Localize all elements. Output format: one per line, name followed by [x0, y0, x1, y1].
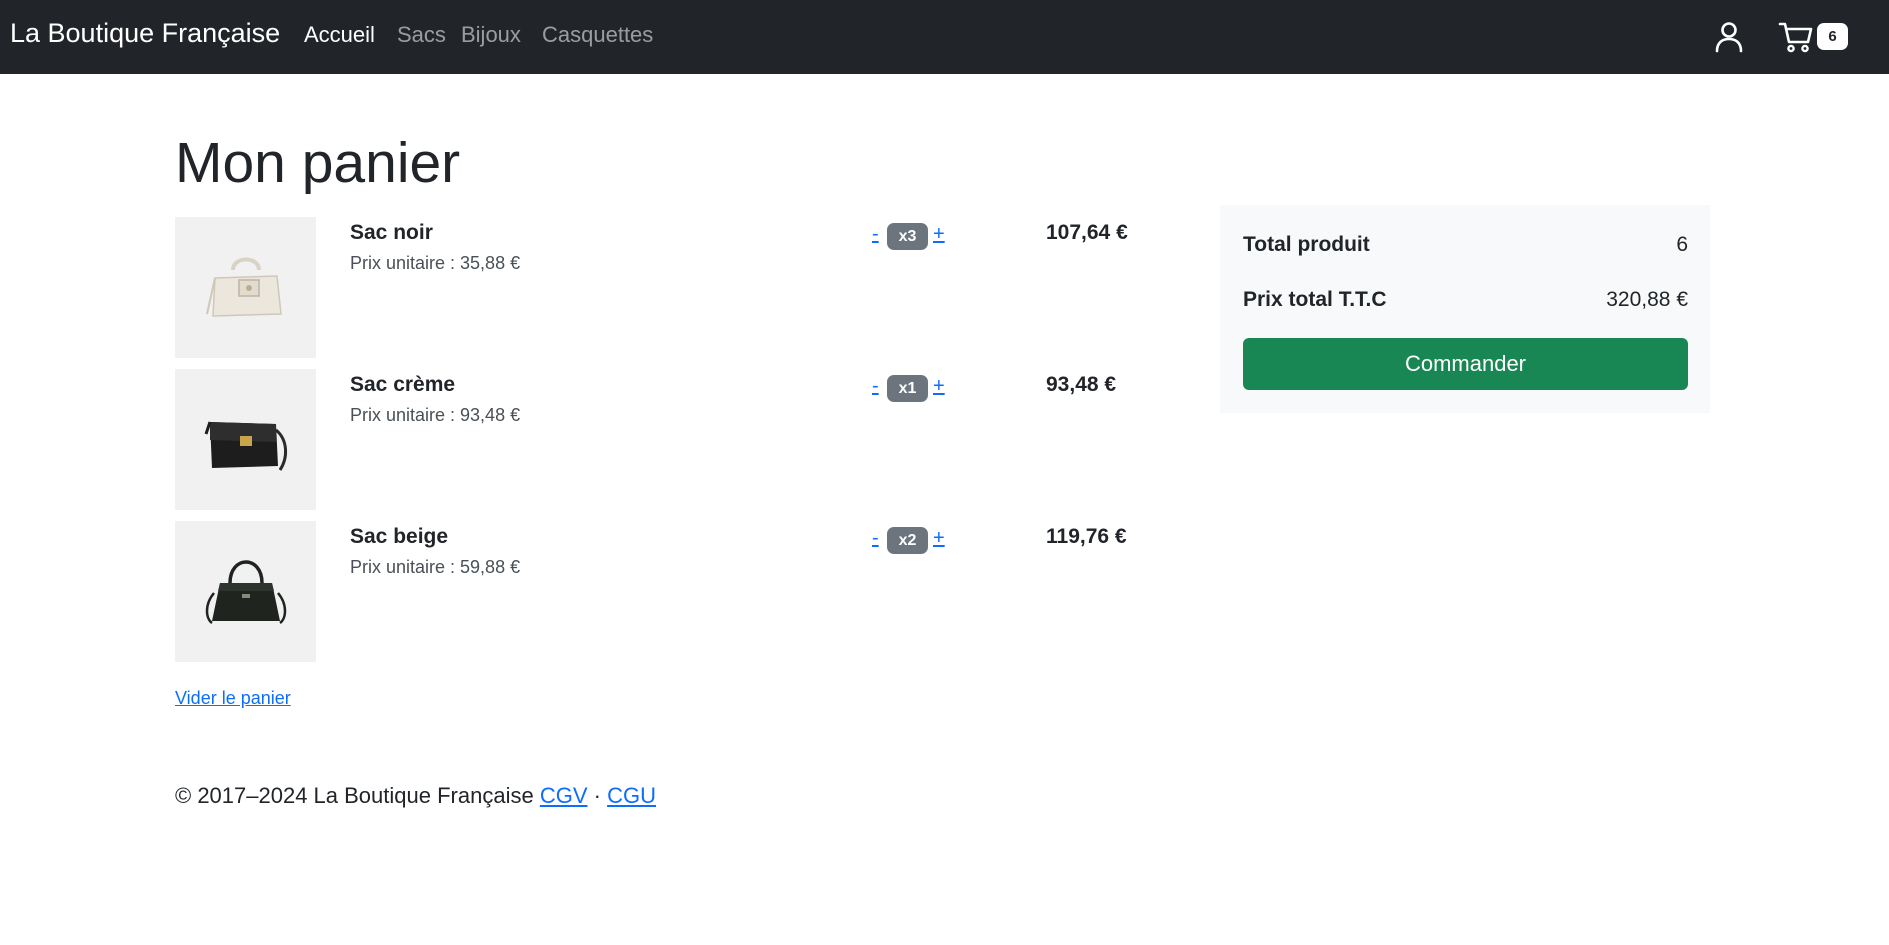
increase-quantity-button[interactable]: +	[933, 375, 945, 398]
nav-link-accueil[interactable]: Accueil	[304, 22, 375, 48]
decrease-quantity-button[interactable]: -	[872, 527, 879, 550]
item-total-price: 93,48 €	[1046, 373, 1117, 396]
quantity-badge: x2	[887, 527, 928, 554]
decrease-quantity-button[interactable]: -	[872, 375, 879, 398]
total-products-label: Total produit	[1243, 233, 1370, 256]
cream-handbag-image	[205, 257, 282, 317]
product-thumbnail	[175, 369, 316, 510]
cart-item: Sac noir Prix unitaire : 35,88 € - x3 + …	[175, 217, 1135, 359]
footer-separator: ·	[593, 783, 601, 808]
cgu-link[interactable]: CGU	[607, 783, 656, 808]
order-summary: Total produit 6 Prix total T.T.C 320,88 …	[1220, 205, 1710, 413]
top-navbar: La Boutique Française Accueil Sacs Bijou…	[0, 0, 1889, 74]
item-name[interactable]: Sac noir	[350, 221, 433, 245]
total-price-label: Prix total T.T.C	[1243, 288, 1387, 311]
cart-count-badge[interactable]: 6	[1817, 23, 1848, 50]
product-thumbnail	[175, 521, 316, 662]
nav-link-sacs[interactable]: Sacs	[397, 22, 446, 48]
nav-link-bijoux[interactable]: Bijoux	[461, 22, 521, 48]
cart-item: Sac crème Prix unitaire : 93,48 € - x1 +…	[175, 369, 1135, 511]
increase-quantity-button[interactable]: +	[933, 527, 945, 550]
item-name[interactable]: Sac crème	[350, 373, 455, 397]
black-shoulder-bag-image	[204, 421, 287, 471]
black-tote-bag-image	[205, 559, 286, 624]
increase-quantity-button[interactable]: +	[933, 223, 945, 246]
item-total-price: 107,64 €	[1046, 221, 1128, 244]
empty-cart-link[interactable]: Vider le panier	[175, 688, 291, 709]
nav-link-casquettes[interactable]: Casquettes	[542, 22, 653, 48]
decrease-quantity-button[interactable]: -	[872, 223, 879, 246]
quantity-badge: x3	[887, 223, 928, 250]
item-unit-price: Prix unitaire : 35,88 €	[350, 253, 521, 273]
total-products-value: 6	[1676, 233, 1688, 256]
user-icon[interactable]	[1714, 21, 1744, 53]
item-unit-price: Prix unitaire : 59,88 €	[350, 557, 521, 577]
cart-item: Sac beige Prix unitaire : 59,88 € - x2 +…	[175, 521, 1135, 663]
order-button[interactable]: Commander	[1243, 338, 1688, 390]
page-title: Mon panier	[175, 131, 461, 195]
product-thumbnail	[175, 217, 316, 358]
total-price-value: 320,88 €	[1606, 288, 1688, 311]
cart-icon[interactable]	[1778, 20, 1814, 54]
item-total-price: 119,76 €	[1046, 525, 1127, 548]
footer: © 2017–2024 La Boutique Française CGV · …	[175, 783, 656, 809]
item-name[interactable]: Sac beige	[350, 525, 448, 549]
item-unit-price: Prix unitaire : 93,48 €	[350, 405, 521, 425]
cgv-link[interactable]: CGV	[540, 783, 588, 808]
brand-link[interactable]: La Boutique Française	[10, 18, 280, 49]
quantity-badge: x1	[887, 375, 928, 402]
footer-copyright: © 2017–2024 La Boutique Française	[175, 783, 534, 808]
